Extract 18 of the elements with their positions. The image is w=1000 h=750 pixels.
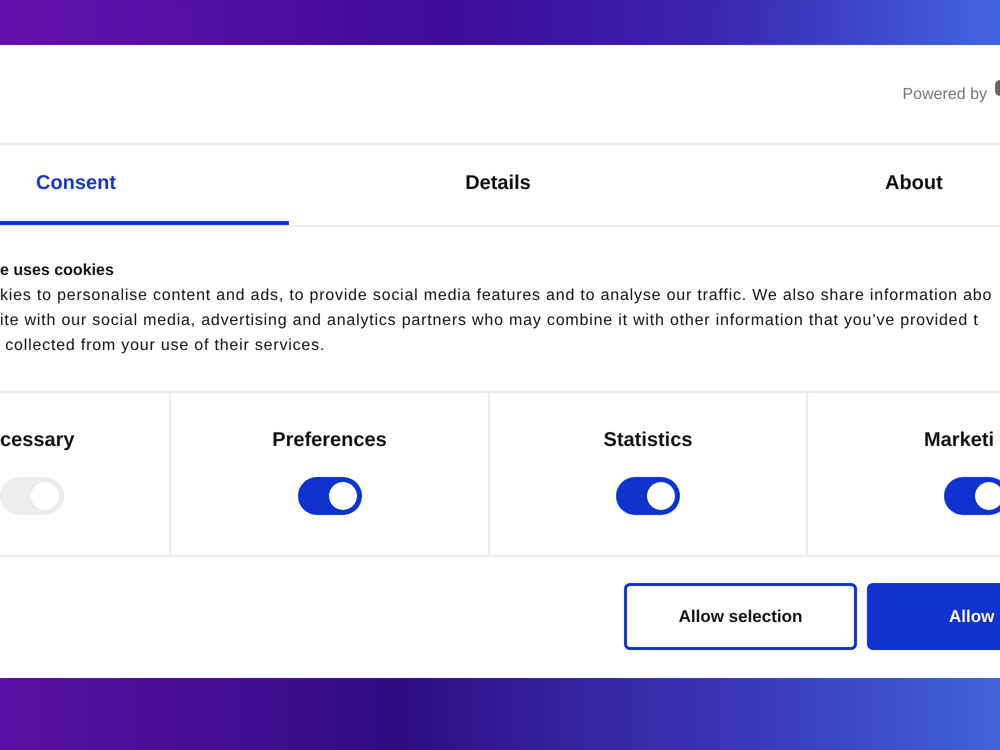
toggle-switch[interactable] bbox=[616, 477, 680, 515]
toggle-switch[interactable] bbox=[944, 477, 1000, 515]
text-line: kies to personalise content and ads, to provide social media features and to analyse our traffic. We also share information abo bbox=[0, 286, 994, 306]
toggle-switch[interactable] bbox=[298, 477, 362, 515]
text-line: ite with our social media, advertising and analytics partners who may combine it with other information that you’ve provided t bbox=[0, 311, 980, 331]
heading: e uses cookies bbox=[0, 261, 115, 281]
tab[interactable]: Details bbox=[289, 145, 707, 225]
tab[interactable]: Consent bbox=[0, 145, 289, 225]
allow-all-button[interactable]: Allow bbox=[867, 583, 1000, 650]
tab[interactable]: About bbox=[707, 145, 1000, 225]
category-label: Preferences bbox=[272, 429, 387, 453]
category-label: Statistics bbox=[604, 429, 692, 453]
category-label: Marketi bbox=[924, 429, 994, 453]
allow-selection-button[interactable]: Allow selection bbox=[624, 583, 857, 650]
powered-by-text: Powered by bbox=[902, 86, 987, 104]
category-label: cessary bbox=[0, 429, 75, 453]
text-line: collected from your use of their services. bbox=[4, 336, 326, 356]
logo-icon[interactable] bbox=[995, 80, 1000, 96]
